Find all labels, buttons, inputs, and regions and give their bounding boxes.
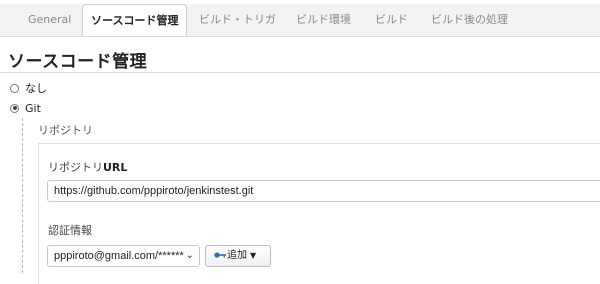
section-divider <box>0 72 600 73</box>
tab-post-build-actions[interactable]: ビルド後の処理 <box>431 4 508 36</box>
caret-down-icon: ▼ <box>250 251 257 260</box>
scm-option-git[interactable]: Git <box>10 100 41 116</box>
credentials-label: 認証情報 <box>48 224 92 237</box>
tab-general[interactable]: General <box>28 4 71 36</box>
repositories-label: リポジトリ <box>38 124 93 137</box>
key-icon <box>214 252 226 258</box>
add-credentials-button[interactable]: 追加 ▼ <box>205 245 271 267</box>
git-section-guide <box>22 118 23 273</box>
credentials-selected-value: pppiroto@gmail.com/****** <box>54 250 184 262</box>
tab-build[interactable]: ビルド <box>375 4 408 36</box>
radio-label-git: Git <box>25 101 41 115</box>
chevron-down-icon: ⌄ <box>185 250 194 261</box>
scm-option-none[interactable]: なし <box>10 80 47 96</box>
add-button-label: 追加 <box>227 250 247 261</box>
tab-build-environment[interactable]: ビルド環境 <box>296 4 351 36</box>
tab-build-triggers[interactable]: ビルド・トリガ <box>199 4 276 36</box>
credentials-select[interactable]: pppiroto@gmail.com/****** ⌄ <box>47 245 200 267</box>
repository-url-input[interactable]: https://github.com/pppiroto/jenkinstest.… <box>47 180 600 202</box>
tab-bar: General ソースコード管理 ビルド・トリガ ビルド環境 ビルド ビルド後の… <box>0 4 600 37</box>
radio-none[interactable] <box>10 83 19 93</box>
tab-source-code-management[interactable]: ソースコード管理 <box>82 4 188 36</box>
repository-url-label: リポジトリURL <box>48 161 128 174</box>
section-title: ソースコード管理 <box>8 52 148 72</box>
radio-git[interactable] <box>10 103 19 113</box>
radio-label-none: なし <box>25 82 47 95</box>
